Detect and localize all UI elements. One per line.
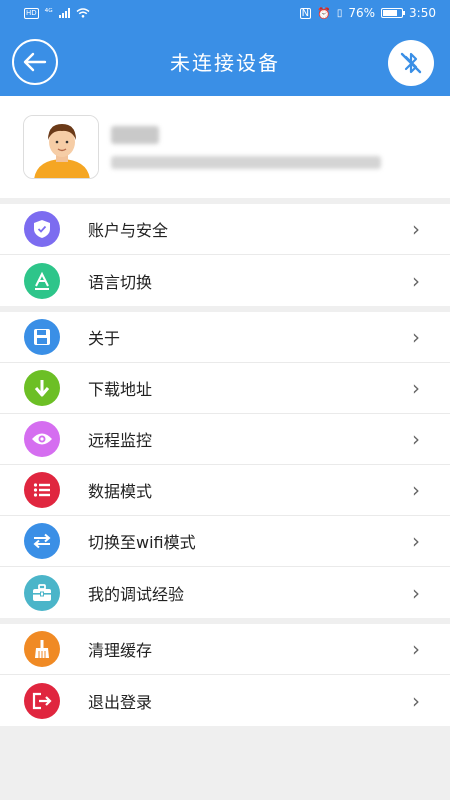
shield-icon (24, 211, 60, 247)
menu-item-download[interactable]: 下载地址 › (0, 363, 450, 414)
menu-group-system: 清理缓存 › 退出登录 › (0, 624, 450, 726)
chevron-right-icon: › (412, 217, 420, 241)
menu-item-remote-monitor[interactable]: 远程监控 › (0, 414, 450, 465)
list-icon (24, 472, 60, 508)
menu-item-debug-experience[interactable]: 我的调试经验 › (0, 567, 450, 618)
chevron-right-icon: › (412, 268, 420, 293)
menu-item-logout[interactable]: 退出登录 › (0, 675, 450, 726)
bluetooth-button[interactable] (388, 40, 434, 86)
chevron-right-icon: › (412, 580, 420, 605)
user-id-blurred (111, 155, 381, 169)
arrow-left-icon (23, 52, 47, 72)
menu-item-label: 关于 (88, 329, 121, 348)
menu-item-label: 账户与安全 (88, 221, 169, 240)
floppy-disk-icon (24, 319, 60, 355)
chevron-right-icon: › (412, 529, 420, 553)
chevron-right-icon: › (412, 637, 420, 661)
network-type: ⁴ᴳ (44, 8, 53, 18)
hd-icon: HD (24, 7, 39, 19)
letter-a-icon (24, 262, 60, 299)
back-button[interactable] (12, 39, 58, 85)
eye-icon (24, 421, 60, 457)
menu-group-tools: 关于 › 下载地址 › 远程监控 › 数据模式 › 切换至wifi模式 › 我的… (0, 312, 450, 618)
broom-icon (24, 631, 60, 667)
chevron-right-icon: › (412, 427, 420, 451)
menu-item-clear-cache[interactable]: 清理缓存 › (0, 624, 450, 675)
wifi-icon (76, 8, 90, 18)
menu-item-label: 语言切换 (88, 272, 153, 292)
menu-item-about[interactable]: 关于 › (0, 312, 450, 363)
menu-item-label: 远程监控 (88, 431, 153, 450)
vibrate-icon: ▯ (336, 7, 343, 19)
logout-icon (24, 682, 60, 719)
battery-percent: 76% (348, 6, 376, 20)
download-arrow-icon (24, 370, 60, 406)
menu-group-account: 账户与安全 › 语言切换 › (0, 204, 450, 306)
signal-icon (58, 8, 70, 18)
chevron-right-icon: › (412, 478, 420, 502)
menu-item-label: 数据模式 (88, 482, 153, 501)
menu-item-label: 我的调试经验 (88, 584, 185, 604)
menu-item-language[interactable]: 语言切换 › (0, 255, 450, 306)
menu-item-switch-wifi[interactable]: 切换至wifi模式 › (0, 516, 450, 567)
nfc-icon: N (299, 7, 312, 19)
swap-arrows-icon (24, 523, 60, 559)
alarm-icon: ⏰ (317, 6, 331, 20)
page-title: 未连接设备 (170, 50, 280, 75)
app-bar: 未连接设备 (0, 26, 450, 96)
clock: 3:50 (409, 6, 436, 20)
avatar (23, 115, 99, 179)
username-blurred (111, 125, 159, 144)
menu-item-label: 切换至wifi模式 (88, 533, 196, 552)
status-bar: HD ⁴ᴳ N ⏰ ▯ 76% 3:50 (0, 0, 450, 26)
toolbox-icon (24, 574, 60, 611)
chevron-right-icon: › (412, 325, 420, 349)
bluetooth-off-icon (400, 52, 422, 74)
profile-card[interactable] (0, 96, 450, 198)
menu-item-label: 退出登录 (88, 692, 153, 712)
menu-item-label: 下载地址 (88, 380, 153, 399)
battery-icon (381, 8, 406, 18)
chevron-right-icon: › (412, 688, 420, 713)
menu-item-label: 清理缓存 (88, 641, 153, 660)
menu-item-data-mode[interactable]: 数据模式 › (0, 465, 450, 516)
menu-item-account-security[interactable]: 账户与安全 › (0, 204, 450, 255)
chevron-right-icon: › (412, 376, 420, 400)
